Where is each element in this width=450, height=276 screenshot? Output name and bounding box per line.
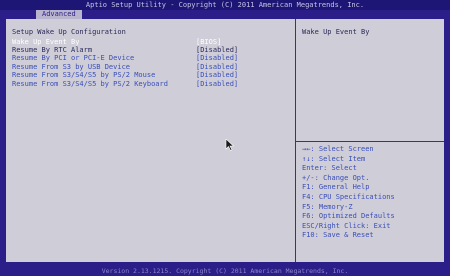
help-separator xyxy=(296,141,444,142)
option-resume-ps2-keyboard[interactable]: Resume From S3/S4/S5 by PS/2 Keyboard [D… xyxy=(12,80,290,89)
tab-advanced[interactable]: Advanced xyxy=(36,10,82,19)
option-value[interactable]: [Disabled] xyxy=(196,71,238,80)
key-enter: Enter: Select xyxy=(302,164,357,173)
key-f5: F5: Memory-Z xyxy=(302,202,353,211)
title-bar: Aptio Setup Utility - Copyright (C) 2011… xyxy=(0,0,450,10)
version-text: Version 2.13.1215. Copyright (C) 2011 Am… xyxy=(101,267,349,275)
option-label: Resume From S3/S4/S5 by PS/2 Mouse xyxy=(12,71,156,79)
option-value[interactable]: [Disabled] xyxy=(196,54,238,63)
key-f6: F6: Optimized Defaults xyxy=(302,212,395,221)
option-label: Resume By PCI or PCI-E Device xyxy=(12,54,135,62)
option-value[interactable]: [Disabled] xyxy=(196,80,238,89)
key-select-screen: →←: Select Screen xyxy=(302,145,374,153)
key-f10: F10: Save & Reset xyxy=(302,231,374,240)
key-select-item: ↑↓: Select Item xyxy=(302,154,366,163)
option-resume-by-pci-device[interactable]: Resume By PCI or PCI-E Device [Disabled] xyxy=(12,54,290,63)
key-f4: F4: CPU Specifications xyxy=(302,192,395,201)
key-esc: ESC/Right Click: Exit xyxy=(302,221,391,230)
mouse-pointer-icon xyxy=(225,139,235,151)
key-f1: F1: General Help xyxy=(302,183,370,192)
option-label: Resume From S3/S4/S5 by PS/2 Keyboard xyxy=(12,80,168,88)
tab-bar: Advanced xyxy=(0,10,450,19)
footer: Version 2.13.1215. Copyright (C) 2011 Am… xyxy=(0,266,450,276)
help-text: Wake Up Event By xyxy=(302,28,370,36)
key-legend: →←: Select Screen ↑↓: Select Item Enter:… xyxy=(302,145,395,241)
option-resume-ps2-mouse[interactable]: Resume From S3/S4/S5 by PS/2 Mouse [Disa… xyxy=(12,71,290,80)
key-change-opt: +/-: Change Opt. xyxy=(302,173,370,182)
app-title: Aptio Setup Utility - Copyright (C) 2011… xyxy=(85,1,365,9)
section-title: Setup Wake Up Configuration xyxy=(12,28,126,36)
